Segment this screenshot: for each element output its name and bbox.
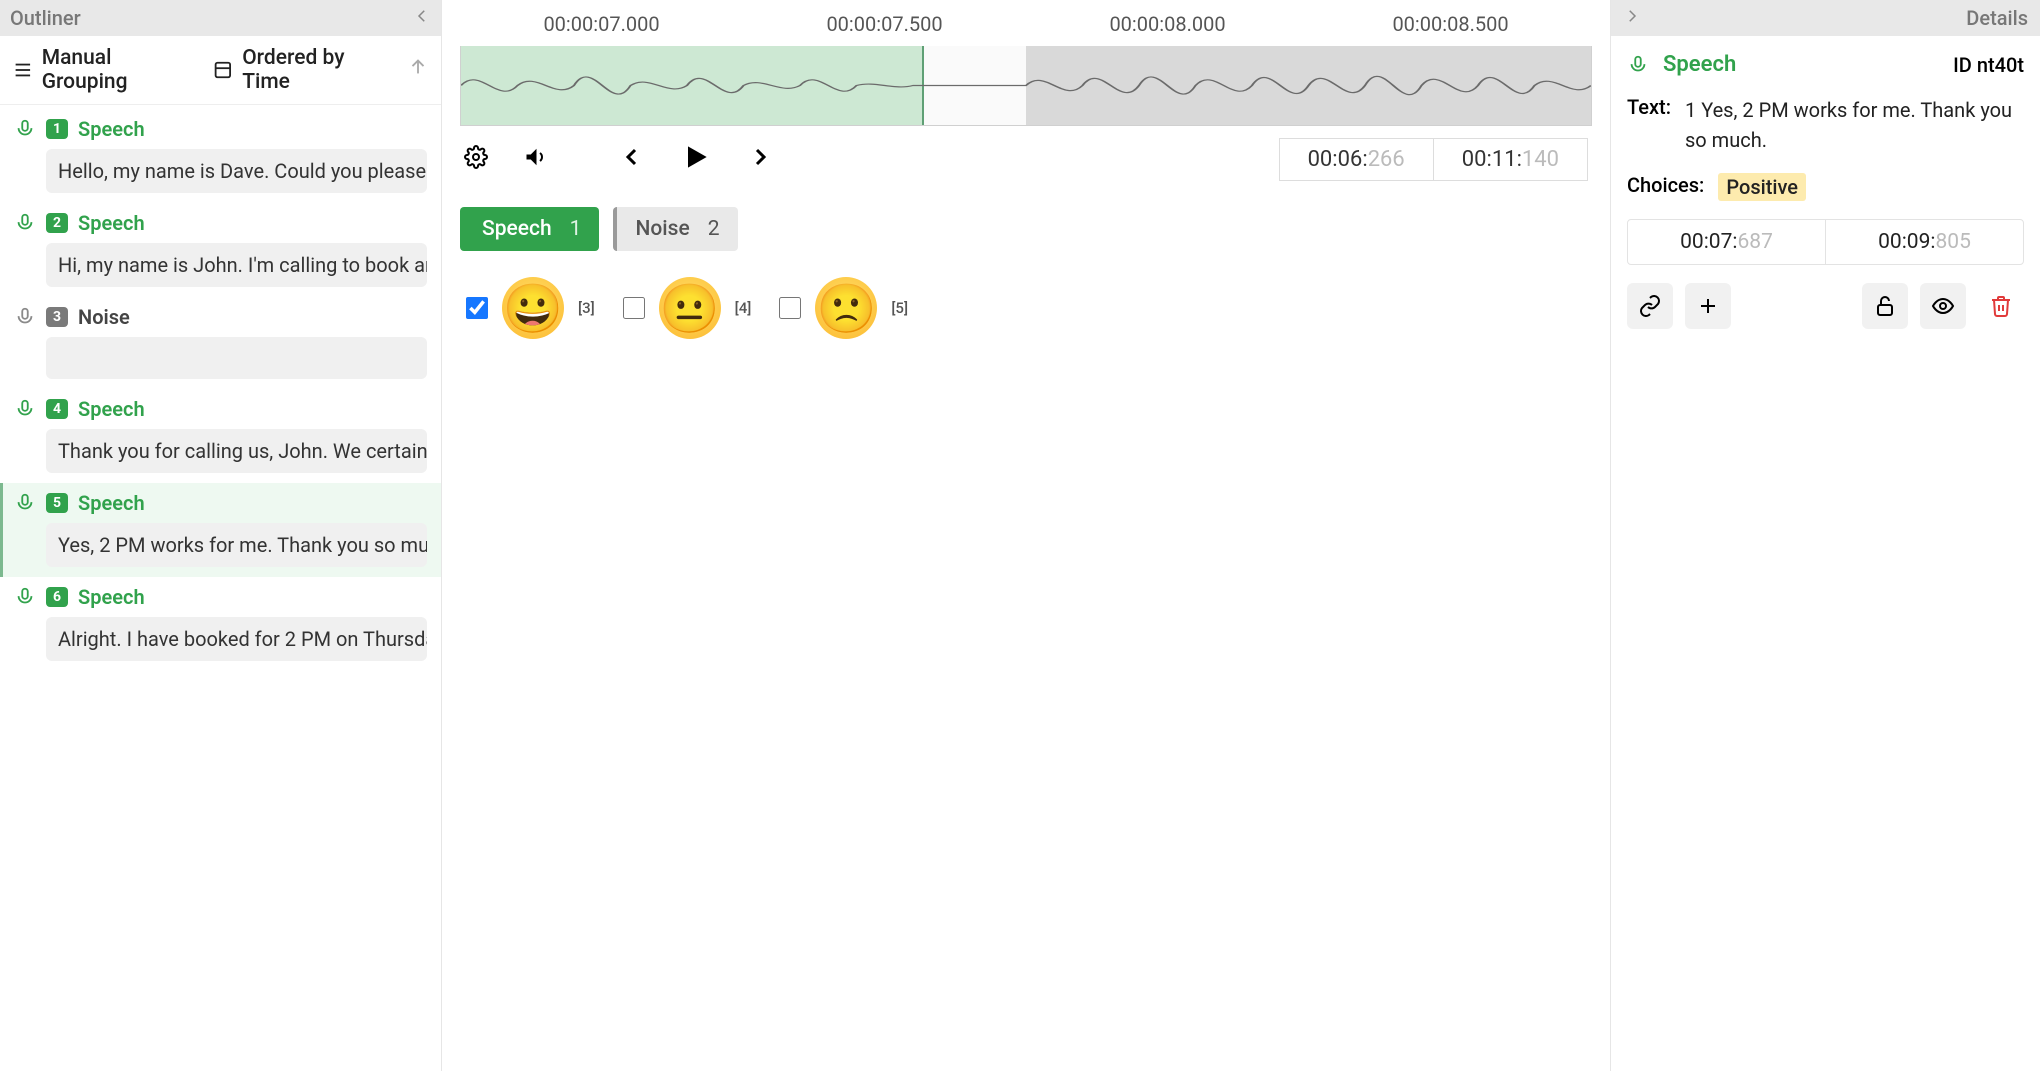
mic-icon (14, 586, 36, 608)
segments-list: 1 Speech Hello, my name is Dave. Could you… (0, 105, 441, 1071)
segment-text: Hi, my name is John. I'm calling to book… (46, 243, 427, 287)
segment-label: Speech (78, 117, 145, 141)
outliner-toolbar: Manual Grouping Ordered by Time (0, 36, 441, 105)
segment-index: 4 (46, 399, 68, 419)
segment-index: 1 (46, 119, 68, 139)
choice-neutral[interactable]: 😐 [4] (623, 277, 752, 339)
label-tab-name: Noise (635, 217, 689, 241)
segment-index: 5 (46, 493, 68, 513)
segment-item[interactable]: 6 Speech Alright. I have booked for 2 PM o… (0, 577, 441, 671)
mic-icon (14, 398, 36, 420)
ruler-tick: 00:00:07.500 (743, 12, 1026, 36)
segment-label: Speech (78, 491, 145, 515)
settings-icon[interactable] (464, 145, 488, 174)
choice-checkbox[interactable] (779, 297, 801, 319)
waveform[interactable] (460, 46, 1592, 126)
time-ruler: 00:00:07.00000:00:07.50000:00:08.00000:0… (460, 6, 1592, 46)
mic-icon (14, 492, 36, 514)
choice-shortcut: [5] (891, 299, 908, 317)
link-button[interactable] (1627, 283, 1673, 329)
mic-icon (14, 306, 36, 328)
segment-label: Speech (78, 397, 145, 421)
prev-icon[interactable] (620, 145, 644, 174)
expand-right-icon[interactable] (1623, 6, 1641, 30)
choices-value: Positive (1718, 173, 1806, 201)
label-tab-count: 2 (708, 217, 720, 241)
details-panel: Details Speech ID nt40t Text: 1 Yes, 2 P… (1610, 0, 2040, 1071)
add-button[interactable] (1685, 283, 1731, 329)
details-header: Details (1611, 0, 2040, 36)
segment-label: Noise (78, 305, 130, 329)
choice-checkbox[interactable] (466, 297, 488, 319)
center-panel: 00:00:07.00000:00:07.50000:00:08.00000:0… (442, 0, 1610, 1071)
selection-start-time[interactable]: 00:06:266 (1279, 138, 1434, 181)
volume-icon[interactable] (524, 145, 548, 174)
timeline: 00:00:07.00000:00:07.50000:00:08.00000:0… (460, 0, 1592, 193)
segment-item[interactable]: 5 Speech Yes, 2 PM works for me. Thank you… (0, 483, 441, 577)
choice-checkbox[interactable] (623, 297, 645, 319)
lock-button[interactable] (1862, 283, 1908, 329)
label-tab-count: 1 (570, 217, 582, 241)
details-start-time[interactable]: 00:07:687 (1628, 220, 1825, 264)
mic-icon (14, 118, 36, 140)
emoji-neutral-icon: 😐 (659, 277, 721, 339)
mic-icon (14, 212, 36, 234)
outliner-title: Outliner (10, 6, 81, 30)
segment-text: Hello, my name is Dave. Could you please (46, 149, 427, 193)
details-end-time[interactable]: 00:09:805 (1825, 220, 2023, 264)
label-tab-noise[interactable]: Noise 2 (613, 207, 737, 251)
emoji-negative-icon: 🙁 (815, 277, 877, 339)
next-icon[interactable] (748, 145, 772, 174)
choice-shortcut: [4] (735, 299, 752, 317)
outliner-panel: Outliner Manual Grouping Ordered by Time… (0, 0, 442, 1071)
text-key: Text: (1627, 95, 1671, 119)
segment-item[interactable]: 4 Speech Thank you for calling us, John. W… (0, 389, 441, 483)
ruler-tick: 00:00:08.500 (1309, 12, 1592, 36)
region-id: ID nt40t (1953, 53, 2024, 77)
choice-positive[interactable]: 😀 [3] (466, 277, 595, 339)
visibility-button[interactable] (1920, 283, 1966, 329)
sort-direction-icon[interactable] (407, 56, 429, 84)
details-time-range: 00:07:687 00:09:805 (1627, 219, 2024, 265)
ruler-tick: 00:00:07.000 (460, 12, 743, 36)
playback-controls: 00:06:266 00:11:140 (460, 126, 1592, 193)
emoji-positive-icon: 😀 (502, 277, 564, 339)
ordering-toggle[interactable]: Ordered by Time (212, 46, 395, 94)
label-tab-speech[interactable]: Speech 1 (460, 207, 599, 251)
segment-index: 2 (46, 213, 68, 233)
choices-key: Choices: (1627, 173, 1704, 197)
sentiment-choices: 😀 [3] 😐 [4] 🙁 [5] (460, 277, 1592, 339)
segment-text: Yes, 2 PM works for me. Thank you so mu (46, 523, 427, 567)
label-tab-name: Speech (482, 217, 552, 241)
grouping-label: Manual Grouping (42, 46, 201, 94)
label-tabs: Speech 1 Noise 2 (460, 207, 1592, 251)
segment-label: Speech (78, 211, 145, 235)
segment-text (46, 337, 427, 379)
play-button[interactable] (680, 141, 712, 178)
ordering-label: Ordered by Time (242, 46, 395, 94)
mic-icon (1627, 54, 1649, 76)
text-value: 1 Yes, 2 PM works for me. Thank you so m… (1685, 95, 2024, 155)
segment-index: 3 (46, 307, 68, 327)
choice-negative[interactable]: 🙁 [5] (779, 277, 908, 339)
segment-index: 6 (46, 587, 68, 607)
grouping-toggle[interactable]: Manual Grouping (12, 46, 200, 94)
segment-text: Thank you for calling us, John. We certa… (46, 429, 427, 473)
collapse-left-icon[interactable] (413, 6, 431, 30)
segment-item[interactable]: 1 Speech Hello, my name is Dave. Could you… (0, 109, 441, 203)
details-title: Details (1966, 6, 2028, 30)
region-type-label: Speech (1663, 52, 1736, 77)
outliner-header: Outliner (0, 0, 441, 36)
segment-text: Alright. I have booked for 2 PM on Thurs… (46, 617, 427, 661)
ruler-tick: 00:00:08.000 (1026, 12, 1309, 36)
delete-button[interactable] (1978, 283, 2024, 329)
segment-item[interactable]: 2 Speech Hi, my name is John. I'm calling … (0, 203, 441, 297)
segment-item[interactable]: 3 Noise (0, 297, 441, 389)
choice-shortcut: [3] (578, 299, 595, 317)
segment-label: Speech (78, 585, 145, 609)
selection-end-time[interactable]: 00:11:140 (1434, 138, 1588, 181)
